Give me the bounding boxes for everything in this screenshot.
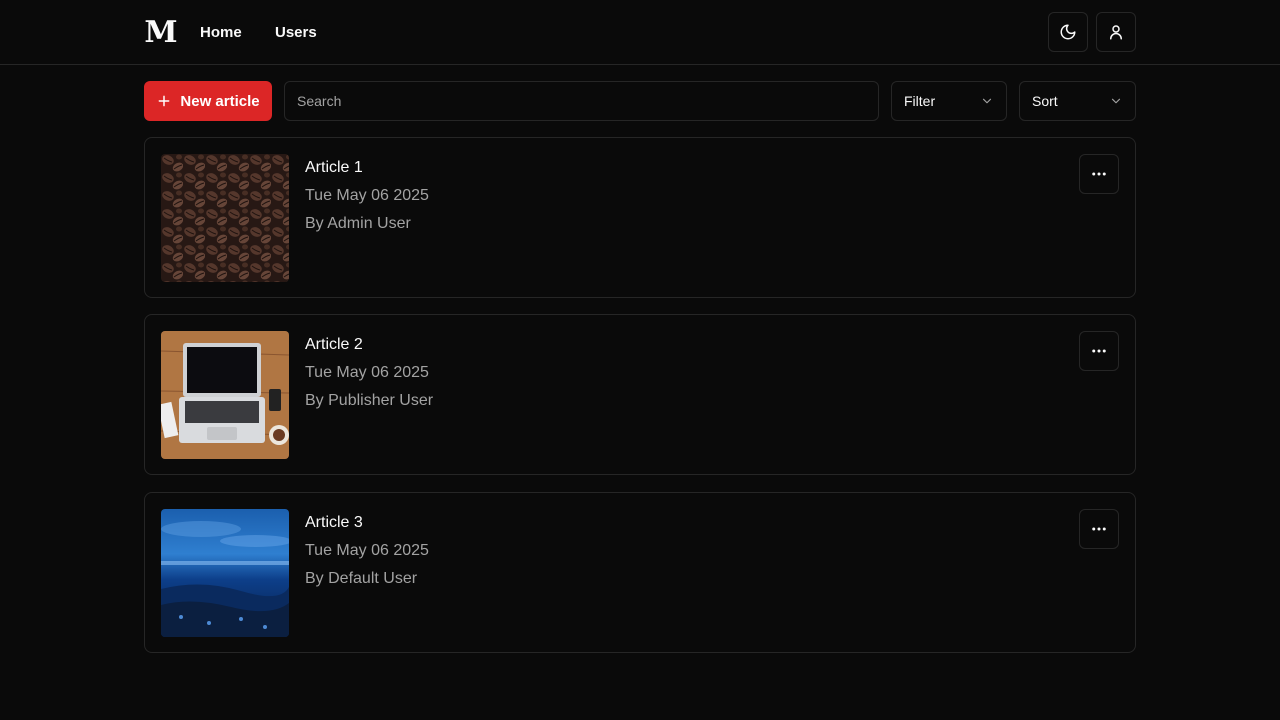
filter-select[interactable]: Filter xyxy=(891,81,1007,121)
theme-toggle-button[interactable] xyxy=(1048,12,1088,52)
article-more-button[interactable] xyxy=(1079,509,1119,549)
filter-label: Filter xyxy=(904,93,936,109)
article-card[interactable]: Article 1 Tue May 06 2025 By Admin User xyxy=(144,137,1136,298)
article-card[interactable]: Article 2 Tue May 06 2025 By Publisher U… xyxy=(144,314,1136,475)
article-date: Tue May 06 2025 xyxy=(305,187,429,204)
article-thumbnail-seascape xyxy=(161,509,289,637)
ellipsis-icon xyxy=(1092,349,1106,353)
search-input[interactable] xyxy=(284,81,879,121)
article-date: Tue May 06 2025 xyxy=(305,364,429,381)
article-more-button[interactable] xyxy=(1079,154,1119,194)
article-author: By Admin User xyxy=(305,215,411,232)
ellipsis-icon xyxy=(1092,527,1106,531)
article-author: By Publisher User xyxy=(305,392,434,409)
sort-select[interactable]: Sort xyxy=(1019,81,1136,121)
site-logo[interactable]: M xyxy=(144,17,177,49)
nav-home-link[interactable]: Home xyxy=(200,24,242,42)
chevron-down-icon xyxy=(1111,98,1121,104)
article-thumbnail-coffee-beans xyxy=(161,154,289,282)
new-article-button[interactable]: New article xyxy=(144,81,272,121)
top-navbar: M Home Users xyxy=(0,0,1280,65)
nav-users-link[interactable]: Users xyxy=(275,24,317,42)
article-title[interactable]: Article 3 xyxy=(305,513,363,533)
article-thumbnail-laptop xyxy=(161,331,289,459)
moon-icon xyxy=(1060,24,1076,40)
plus-icon xyxy=(158,95,170,107)
chevron-down-icon xyxy=(982,98,992,104)
sort-label: Sort xyxy=(1032,93,1058,109)
article-author: By Default User xyxy=(305,570,418,587)
ellipsis-icon xyxy=(1092,172,1106,176)
new-article-label: New article xyxy=(180,92,260,110)
article-card[interactable]: Article 3 Tue May 06 2025 By Default Use… xyxy=(144,492,1136,653)
article-more-button[interactable] xyxy=(1079,331,1119,371)
article-title[interactable]: Article 1 xyxy=(305,158,363,178)
user-icon xyxy=(1110,25,1122,40)
article-title[interactable]: Article 2 xyxy=(305,335,363,355)
article-date: Tue May 06 2025 xyxy=(305,542,429,559)
user-menu-button[interactable] xyxy=(1096,12,1136,52)
